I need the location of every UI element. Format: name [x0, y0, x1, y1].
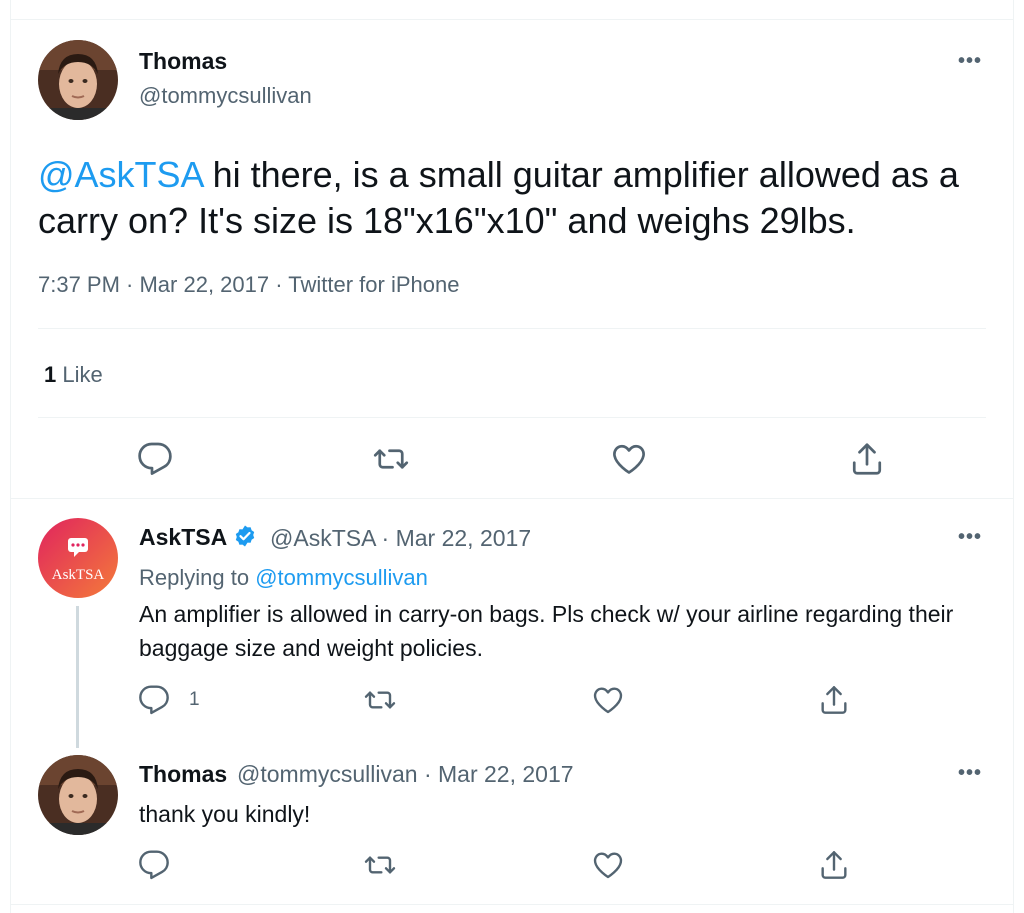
retweet-icon[interactable]	[364, 684, 396, 716]
divider	[38, 417, 986, 418]
retweet-icon[interactable]	[373, 441, 409, 477]
like-icon[interactable]	[592, 684, 624, 716]
divider	[10, 498, 1014, 499]
reply-handle-date[interactable]: @AskTSA · Mar 22, 2017	[270, 525, 531, 552]
author-handle[interactable]: @tommycsullivan	[139, 83, 312, 109]
like-stats[interactable]: 1 Like	[44, 362, 103, 388]
share-icon[interactable]	[818, 684, 850, 716]
asktsa-logo-text: AskTSA	[52, 567, 105, 583]
reply-text: thank you kindly!	[139, 801, 311, 827]
divider	[10, 904, 1014, 905]
top-divider	[10, 19, 1014, 20]
more-icon[interactable]: •••	[958, 763, 982, 783]
reply-icon[interactable]	[138, 849, 170, 881]
divider	[38, 328, 986, 329]
author-name[interactable]: Thomas	[139, 48, 227, 75]
reply-author-name[interactable]: Thomas	[139, 761, 227, 788]
share-icon[interactable]	[849, 441, 885, 477]
replying-prefix: Replying to	[139, 565, 256, 590]
reply-count: 1	[189, 689, 200, 710]
more-icon[interactable]: •••	[958, 527, 982, 547]
reply-text: An amplifier is allowed in carry-on bags…	[139, 601, 954, 661]
tweet-meta[interactable]: 7:37 PM · Mar 22, 2017 · Twitter for iPh…	[38, 272, 459, 298]
replying-to: Replying to @tommycsullivan	[139, 565, 428, 591]
avatar[interactable]	[38, 755, 118, 835]
tweet-text: @AskTSA hi there, is a small guitar ampl…	[38, 152, 998, 244]
replying-handle-link[interactable]: @tommycsullivan	[255, 565, 428, 590]
reply-author-name[interactable]: AskTSA	[139, 524, 257, 554]
more-icon[interactable]: •••	[958, 51, 982, 71]
like-icon[interactable]	[592, 849, 624, 881]
verified-badge-icon	[233, 524, 257, 554]
thread-line	[76, 606, 79, 748]
reply-author-label: AskTSA	[139, 524, 228, 550]
reply-icon[interactable]	[137, 441, 173, 477]
avatar[interactable]	[38, 40, 118, 120]
reply-icon[interactable]	[138, 684, 170, 716]
mention-link[interactable]: @AskTSA	[38, 154, 203, 195]
reply-handle-date[interactable]: @tommycsullivan · Mar 22, 2017	[237, 761, 574, 788]
like-icon[interactable]	[611, 441, 647, 477]
like-label: Like	[62, 362, 103, 387]
asktsa-avatar[interactable]: AskTSA	[38, 518, 118, 598]
share-icon[interactable]	[818, 849, 850, 881]
retweet-icon[interactable]	[364, 849, 396, 881]
like-count: 1	[44, 362, 57, 387]
